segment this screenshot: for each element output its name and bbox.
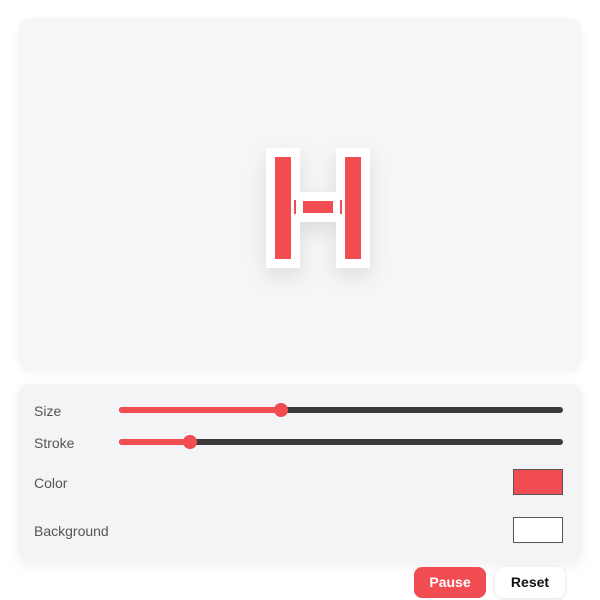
background-label: Background — [34, 523, 109, 539]
glyph-left-stem — [275, 157, 291, 259]
background-swatch[interactable] — [513, 517, 563, 543]
size-slider[interactable] — [119, 400, 563, 420]
glyph-tick-left — [294, 200, 296, 214]
stroke-slider-fill — [119, 439, 191, 445]
glyph-letter-h — [266, 148, 370, 268]
stroke-slider-thumb[interactable] — [183, 435, 198, 449]
stroke-slider[interactable] — [119, 432, 563, 452]
size-slider-fill — [119, 407, 282, 413]
color-label: Color — [34, 475, 68, 491]
controls-panel: Size Stroke Color Background — [18, 384, 582, 562]
glyph-tick-right — [340, 200, 342, 214]
glyph-preview — [266, 148, 370, 268]
size-label: Size — [34, 403, 62, 419]
reset-button[interactable]: Reset — [495, 567, 565, 598]
stroke-label: Stroke — [34, 435, 75, 451]
pause-button[interactable]: Pause — [414, 567, 486, 598]
glyph-crossbar — [303, 201, 333, 213]
preview-canvas — [18, 18, 582, 372]
glyph-right-stem — [345, 157, 361, 259]
color-swatch[interactable] — [513, 469, 563, 495]
size-slider-thumb[interactable] — [274, 403, 289, 417]
